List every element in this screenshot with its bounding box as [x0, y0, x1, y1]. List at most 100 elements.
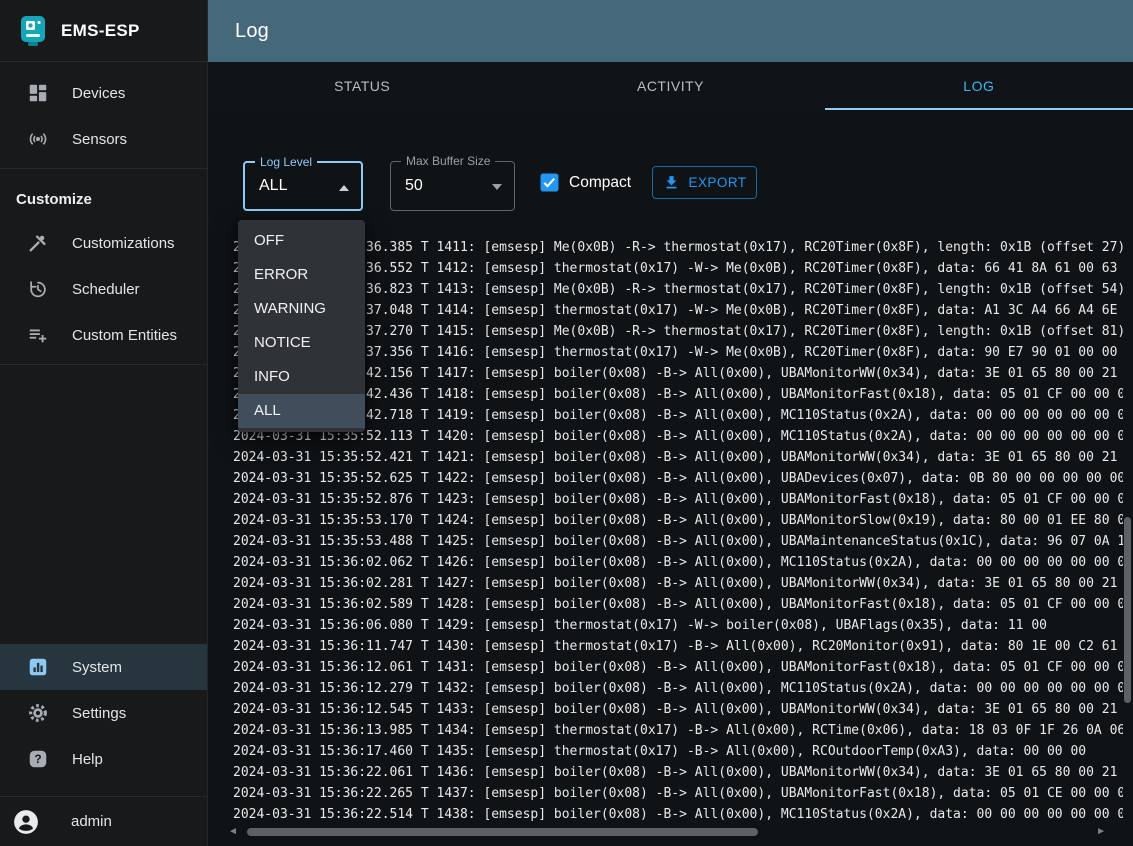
log-line: 2024-03-31 15:36:22.514 T 1438: [emsesp]… — [233, 804, 1123, 825]
scroll-left-icon[interactable]: ◄ — [228, 826, 238, 838]
tab-label: STATUS — [334, 78, 390, 94]
menu-item-warning[interactable]: WARNING — [238, 292, 365, 326]
log-line: 2024-03-31 15:35:37.356 T 1416: [emsesp]… — [233, 342, 1123, 363]
export-label: EXPORT — [689, 175, 747, 190]
app-title: EMS-ESP — [61, 21, 140, 41]
menu-item-all[interactable]: ALL — [238, 394, 365, 428]
vertical-scrollbar-thumb[interactable] — [1124, 517, 1131, 703]
log-line: 2024-03-31 15:36:13.985 T 1434: [emsesp]… — [233, 720, 1123, 741]
log-line: 2024-03-31 15:36:22.265 T 1437: [emsesp]… — [233, 783, 1123, 804]
log-line: 2024-03-31 15:35:36.823 T 1413: [emsesp]… — [233, 279, 1123, 300]
export-button[interactable]: EXPORT — [652, 166, 757, 199]
max-buffer-select[interactable]: Max Buffer Size 50 — [390, 161, 515, 211]
sidebar-item-label: Custom Entities — [72, 327, 177, 344]
sidebar-item-label: Customizations — [72, 235, 175, 252]
tab-label: LOG — [963, 78, 994, 94]
log-line: 2024-03-31 15:36:02.062 T 1426: [emsesp]… — [233, 552, 1123, 573]
sidebar-bottom-nav: System Settings ? — [0, 644, 207, 782]
sidebar-item-system[interactable]: System — [0, 644, 207, 690]
page-title: Log — [235, 20, 269, 43]
tab-log[interactable]: LOG — [825, 62, 1133, 110]
app-logo-icon — [20, 15, 46, 47]
avatar — [13, 809, 39, 835]
log-line: 2024-03-31 15:35:37.270 T 1415: [emsesp]… — [233, 321, 1123, 342]
log-line: 2024-03-31 15:35:42.156 T 1417: [emsesp]… — [233, 363, 1123, 384]
log-line: 2024-03-31 15:35:53.170 T 1424: [emsesp]… — [233, 510, 1123, 531]
max-buffer-value: 50 — [405, 162, 423, 210]
help-icon: ? — [26, 747, 50, 771]
svg-text:?: ? — [34, 752, 41, 766]
sidebar-divider — [0, 168, 207, 169]
compact-checkbox-wrap[interactable]: Compact — [540, 166, 631, 199]
log-line: 2024-03-31 15:36:12.279 T 1432: [emsesp]… — [233, 678, 1123, 699]
download-icon — [663, 174, 680, 191]
tab-active-indicator — [825, 108, 1133, 110]
tab-activity[interactable]: ACTIVITY — [516, 62, 824, 110]
sidebar-item-label: Devices — [72, 85, 125, 102]
log-line: 2024-03-31 15:36:12.061 T 1431: [emsesp]… — [233, 657, 1123, 678]
log-line: 2024-03-31 15:35:53.488 T 1425: [emsesp]… — [233, 531, 1123, 552]
tab-status[interactable]: STATUS — [208, 62, 516, 110]
analytics-icon — [26, 655, 50, 679]
scheduler-icon — [26, 277, 50, 301]
log-line: 2024-03-31 15:36:12.545 T 1433: [emsesp]… — [233, 699, 1123, 720]
sidebar: EMS-ESP Devices — [0, 0, 208, 846]
sidebar-item-sensors[interactable]: Sensors — [0, 116, 207, 162]
sidebar-item-label: Scheduler — [72, 281, 140, 298]
log-line: 2024-03-31 15:35:42.436 T 1418: [emsesp]… — [233, 384, 1123, 405]
username: admin — [71, 813, 112, 830]
compact-label: Compact — [569, 174, 631, 192]
tab-bar: STATUS ACTIVITY LOG — [208, 62, 1133, 110]
log-level-value: ALL — [259, 163, 287, 209]
compact-checkbox[interactable] — [540, 173, 559, 192]
tab-label: ACTIVITY — [637, 78, 704, 94]
sidebar-nav: Devices Sensors Customize — [0, 62, 207, 365]
log-line: 2024-03-31 15:35:36.385 T 1411: [emsesp]… — [233, 237, 1123, 258]
playlist-add-icon — [26, 323, 50, 347]
log-level-menu: OFF ERROR WARNING NOTICE INFO ALL — [238, 220, 365, 432]
log-line: 2024-03-31 15:36:22.061 T 1436: [emsesp]… — [233, 762, 1123, 783]
log-line: 2024-03-31 15:36:11.747 T 1430: [emsesp]… — [233, 636, 1123, 657]
sidebar-divider — [0, 364, 207, 365]
menu-item-info[interactable]: INFO — [238, 360, 365, 394]
sidebar-section-customize: Customize — [0, 175, 207, 220]
sidebar-item-devices[interactable]: Devices — [0, 70, 207, 116]
devices-icon — [26, 81, 50, 105]
sidebar-item-label: Sensors — [72, 131, 127, 148]
log-line: 2024-03-31 15:35:36.552 T 1412: [emsesp]… — [233, 258, 1123, 279]
log-line: 2024-03-31 15:35:42.718 T 1419: [emsesp]… — [233, 405, 1123, 426]
horizontal-scrollbar[interactable]: ◄ ► — [228, 826, 1106, 838]
horizontal-scrollbar-thumb[interactable] — [247, 828, 758, 836]
menu-item-notice[interactable]: NOTICE — [238, 326, 365, 360]
gear-icon — [26, 701, 50, 725]
log-line: 2024-03-31 15:35:37.048 T 1414: [emsesp]… — [233, 300, 1123, 321]
sidebar-user[interactable]: admin — [0, 796, 207, 846]
sidebar-item-help[interactable]: ? Help — [0, 736, 207, 782]
log-line: 2024-03-31 15:36:06.080 T 1429: [emsesp]… — [233, 615, 1123, 636]
tools-icon — [26, 231, 50, 255]
sidebar-header: EMS-ESP — [0, 0, 207, 62]
log-line: 2024-03-31 15:35:52.113 T 1420: [emsesp]… — [233, 426, 1123, 447]
menu-item-off[interactable]: OFF — [238, 224, 365, 258]
log-line: 2024-03-31 15:35:52.876 T 1423: [emsesp]… — [233, 489, 1123, 510]
sensors-icon — [26, 127, 50, 151]
sidebar-item-label: Help — [72, 751, 103, 768]
log-line: 2024-03-31 15:36:17.460 T 1435: [emsesp]… — [233, 741, 1123, 762]
log-line: 2024-03-31 15:36:02.281 T 1427: [emsesp]… — [233, 573, 1123, 594]
sidebar-item-label: Settings — [72, 705, 126, 722]
scroll-right-icon[interactable]: ► — [1096, 826, 1106, 838]
topbar: Log — [208, 0, 1133, 62]
log-line: 2024-03-31 15:36:02.589 T 1428: [emsesp]… — [233, 594, 1123, 615]
chevron-down-icon — [492, 184, 502, 190]
chevron-up-icon — [339, 185, 349, 191]
sidebar-item-settings[interactable]: Settings — [0, 690, 207, 736]
log-output: 2024-03-31 15:35:36.385 T 1411: [emsesp]… — [233, 237, 1123, 826]
sidebar-item-label: System — [72, 659, 122, 676]
ems-esp-app: EMS-ESP Devices — [0, 0, 1133, 846]
log-line: 2024-03-31 15:35:52.625 T 1422: [emsesp]… — [233, 468, 1123, 489]
log-level-select[interactable]: Log Level ALL — [243, 161, 363, 211]
sidebar-item-scheduler[interactable]: Scheduler — [0, 266, 207, 312]
menu-item-error[interactable]: ERROR — [238, 258, 365, 292]
sidebar-item-custom-entities[interactable]: Custom Entities — [0, 312, 207, 358]
sidebar-item-customizations[interactable]: Customizations — [0, 220, 207, 266]
